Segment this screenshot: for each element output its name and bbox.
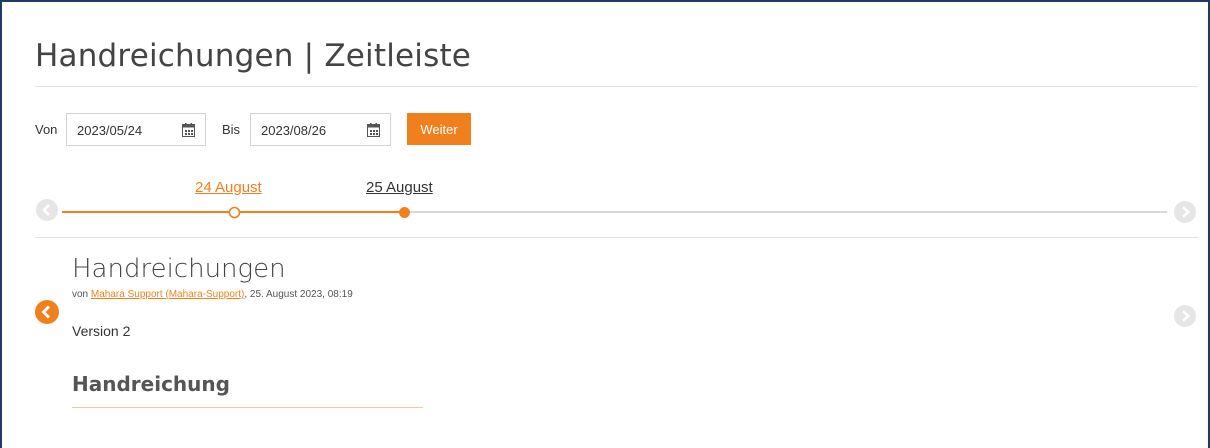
from-label: Von	[35, 122, 58, 137]
weiter-button[interactable]: Weiter	[407, 113, 471, 145]
from-date-value: 2023/05/24	[77, 123, 143, 138]
timeline-date-25-august[interactable]: 25 August	[366, 179, 433, 196]
chevron-left-icon	[42, 204, 50, 216]
timeline-next-button[interactable]	[1174, 201, 1196, 223]
content-title: Handreichungen	[72, 254, 286, 284]
calendar-icon[interactable]	[367, 123, 380, 137]
chevron-right-icon	[1182, 310, 1190, 322]
meta-date: , 25. August 2023, 08:19	[244, 289, 353, 300]
timeline-page: Handreichungen | Zeitleiste Von 2023/05/…	[0, 0, 1210, 448]
author-link[interactable]: Mahara Support (Mahara-Support)	[91, 289, 244, 300]
timeline-date-24-august[interactable]: 24 August	[195, 179, 262, 196]
page-title: Handreichungen | Zeitleiste	[35, 38, 472, 74]
title-divider	[35, 86, 1198, 87]
from-date-field[interactable]: 2023/05/24	[66, 113, 206, 146]
to-date-value: 2023/08/26	[261, 123, 327, 138]
to-date-field[interactable]: 2023/08/26	[250, 113, 391, 146]
block-title: Handreichung	[72, 372, 230, 396]
to-label: Bis	[222, 122, 241, 137]
block-title-underline	[72, 407, 423, 408]
next-version-button[interactable]	[1174, 305, 1196, 327]
section-divider	[35, 237, 1198, 238]
chevron-left-icon	[41, 305, 51, 319]
previous-version-button[interactable]	[35, 300, 59, 324]
version-label: Version 2	[72, 323, 131, 339]
timeline-point-25-august[interactable]	[398, 206, 411, 219]
chevron-right-icon	[1182, 206, 1190, 218]
timeline-point-24-august[interactable]	[228, 206, 241, 219]
timeline-prev-button[interactable]	[36, 199, 58, 221]
content-meta: von Mahara Support (Mahara-Support), 25.…	[72, 289, 353, 300]
meta-prefix: von	[72, 289, 91, 300]
calendar-icon[interactable]	[182, 123, 195, 137]
